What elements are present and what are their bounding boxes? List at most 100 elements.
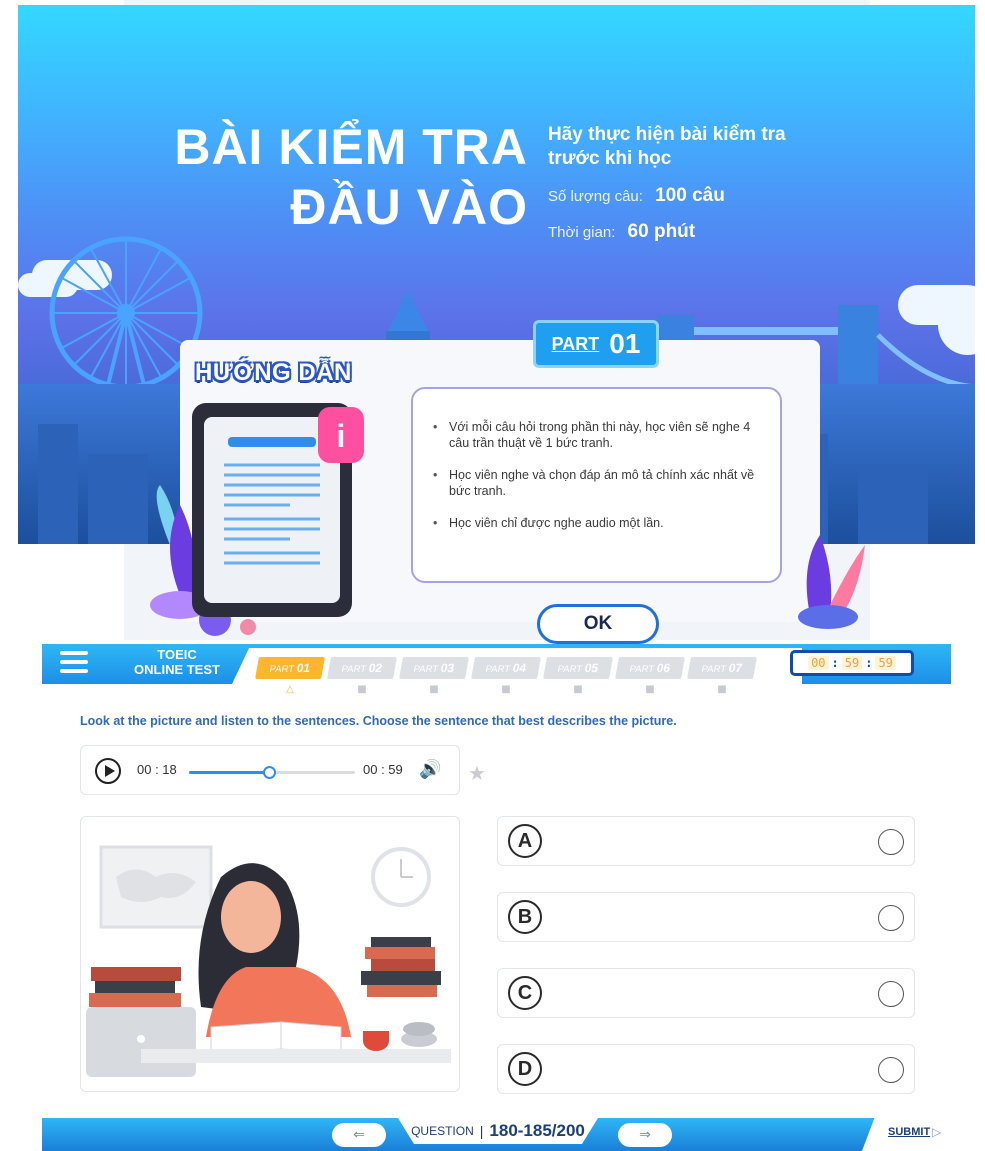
answer-option-a[interactable]: A [497, 816, 915, 866]
instruction-item: Học viên nghe và chọn đáp án mô tả chính… [433, 467, 760, 499]
timer-seconds: 59 [875, 656, 896, 670]
bottom-bar: ⇐ QUESTION | 180-185/200 ⇒ SUBMIT ▷ [42, 1118, 951, 1151]
question-count-label: Số lượng câu: [548, 188, 643, 205]
instruction-item: Với mỗi câu hỏi trong phần thi này, học … [433, 419, 760, 451]
guide-title: HƯỚNG DẪN [195, 359, 352, 386]
brand-line1: TOEIC [157, 647, 197, 662]
hero-title-line1: BÀI KIỂM TRA [174, 119, 528, 175]
audio-progress-track[interactable] [189, 766, 355, 779]
answer-option-c[interactable]: C [497, 968, 915, 1018]
menu-icon[interactable] [60, 651, 88, 677]
tab-label: PART [268, 664, 295, 675]
tab-part-02[interactable]: PART 02 [327, 657, 397, 679]
instruction-item: Học viên chỉ được nghe audio một lần. [433, 515, 760, 531]
svg-text:i: i [337, 418, 346, 454]
time-limit-value: 60 phút [627, 221, 696, 242]
option-radio[interactable] [878, 905, 904, 931]
hero-title-line2: ĐẦU VÀO [290, 179, 528, 235]
part-badge-number: 01 [609, 328, 641, 359]
arrow-right-icon: ⇒ [639, 1127, 651, 1143]
tab-label: PART [484, 664, 511, 675]
submit-button[interactable]: SUBMIT [888, 1126, 930, 1138]
submit-arrow-icon: ▷ [932, 1125, 942, 1139]
ok-button[interactable]: OK [537, 604, 659, 644]
lock-icon: ■ [429, 684, 439, 695]
part-badge-label: PART [551, 333, 600, 354]
option-letter: A [508, 824, 542, 858]
test-app: TOEIC ONLINE TEST PART 01 PART 02 PART 0… [42, 644, 951, 1151]
countdown-timer: 00 : 59 : 59 [790, 650, 914, 676]
audio-current-time: 00 : 18 [137, 762, 177, 777]
brand-line2: ONLINE TEST [134, 662, 220, 677]
option-letter: B [508, 900, 542, 934]
plant-illustration [798, 535, 865, 629]
option-letter: D [508, 1052, 542, 1086]
arrow-left-icon: ⇐ [353, 1127, 365, 1143]
lock-icon: ■ [501, 684, 511, 695]
student-studying-illustration [86, 845, 451, 1077]
building [88, 454, 148, 544]
hero-title: BÀI KIỂM TRA ĐẦU VÀO [128, 117, 528, 237]
tab-label: PART [340, 664, 367, 675]
option-letter: C [508, 976, 542, 1010]
tab-status-row: △ ■ ■ ■ ■ ■ ■ [257, 684, 755, 696]
question-count-row: Số lượng câu: 100 câu [548, 185, 928, 207]
timer-minutes: 59 [841, 656, 863, 670]
tab-label: PART [556, 664, 583, 675]
lock-icon: ■ [645, 684, 655, 695]
answer-option-b[interactable]: B [497, 892, 915, 942]
audio-progress-fill [189, 771, 271, 774]
tab-number: 05 [583, 661, 600, 675]
question-instruction: Look at the picture and listen to the se… [80, 714, 677, 728]
question-counter: QUESTION | 180-185/200 [398, 1118, 598, 1144]
tab-number: 01 [295, 661, 312, 675]
option-radio[interactable] [878, 829, 904, 855]
guide-instructions: Với mỗi câu hỏi trong phần thi này, học … [411, 387, 782, 583]
question-range: 180-185/200 [489, 1121, 585, 1140]
tab-number: 06 [655, 661, 672, 675]
tab-part-06[interactable]: PART 06 [615, 657, 685, 679]
tab-number: 04 [511, 661, 528, 675]
submit-area: SUBMIT ▷ [862, 1118, 951, 1151]
answer-option-d[interactable]: D [497, 1044, 915, 1094]
part-tabs: PART 01 PART 02 PART 03 PART 04 PART 05 … [255, 657, 757, 679]
time-limit-label: Thời gian: [548, 224, 616, 241]
lock-icon: ■ [573, 684, 583, 695]
tab-label: PART [412, 664, 439, 675]
hero-info: Hãy thực hiện bài kiểm tra trước khi học… [548, 123, 928, 243]
audio-progress-knob[interactable] [263, 766, 277, 779]
audio-duration: 00 : 59 [363, 762, 403, 777]
tab-part-03[interactable]: PART 03 [399, 657, 469, 679]
next-question-button[interactable]: ⇒ [618, 1123, 672, 1147]
previous-question-button[interactable]: ⇐ [332, 1123, 386, 1147]
question-picture [80, 816, 460, 1092]
lock-icon: ■ [357, 684, 367, 695]
tab-part-05[interactable]: PART 05 [543, 657, 613, 679]
option-radio[interactable] [878, 1057, 904, 1083]
tab-part-04[interactable]: PART 04 [471, 657, 541, 679]
part-badge: PART 01 [533, 320, 659, 368]
bookmark-star-icon[interactable]: ★ [468, 761, 486, 785]
document-tablet-illustration: i [150, 403, 364, 636]
question-label: QUESTION [411, 1124, 474, 1138]
time-limit-row: Thời gian: 60 phút [548, 221, 928, 243]
tab-number: 02 [367, 661, 384, 675]
tab-part-07[interactable]: PART 07 [687, 657, 757, 679]
volume-icon[interactable]: 🔊 [419, 759, 441, 780]
question-count-value: 100 câu [655, 185, 725, 206]
current-part-marker-icon: △ [286, 684, 294, 695]
app-brand: TOEIC ONLINE TEST [122, 647, 232, 677]
building [38, 424, 78, 544]
timer-hours: 00 [808, 656, 829, 670]
tab-number: 03 [439, 661, 456, 675]
tab-label: PART [628, 664, 655, 675]
option-radio[interactable] [878, 981, 904, 1007]
tab-part-01[interactable]: PART 01 [255, 657, 325, 679]
hero-lead-text: Hãy thực hiện bài kiểm tra trước khi học [548, 124, 786, 169]
play-icon[interactable] [95, 758, 121, 784]
top-bar: TOEIC ONLINE TEST PART 01 PART 02 PART 0… [42, 644, 951, 684]
question-separator: | [479, 1123, 484, 1139]
lock-icon: ■ [717, 684, 727, 695]
tab-label: PART [700, 664, 727, 675]
audio-player: 00 : 18 00 : 59 🔊 [80, 745, 460, 795]
